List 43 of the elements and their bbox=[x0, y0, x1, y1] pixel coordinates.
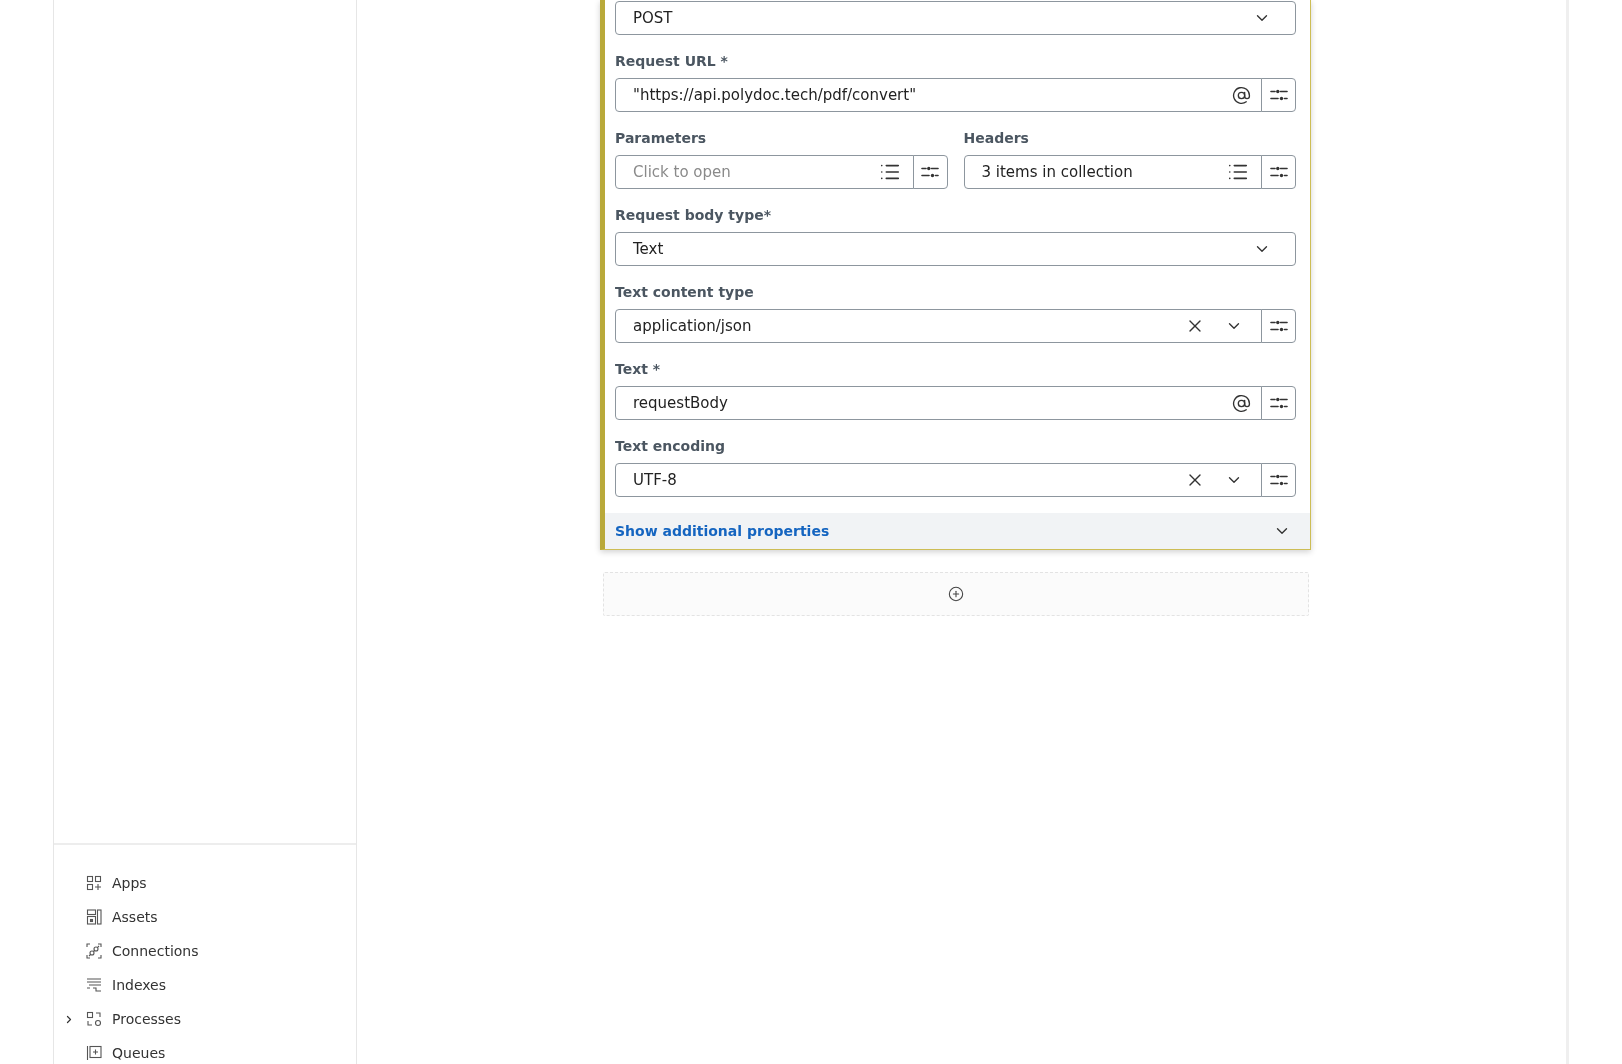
plus-circle-icon bbox=[947, 586, 964, 602]
sliders-icon bbox=[921, 166, 939, 178]
nav-link[interactable]: Processes bbox=[86, 1009, 181, 1029]
field-label: Request URL * bbox=[615, 52, 729, 71]
field-label: Text content type bbox=[615, 283, 755, 302]
blocks-icon bbox=[86, 909, 102, 925]
flow-shapes-icon bbox=[86, 1011, 102, 1027]
sliders-icon bbox=[1269, 397, 1288, 409]
sliders-icon bbox=[1269, 89, 1288, 101]
field-label: Text * bbox=[615, 360, 662, 379]
nav-link[interactable]: Assets bbox=[86, 907, 158, 927]
sliders-icon bbox=[1269, 320, 1288, 332]
squares-plus-icon bbox=[86, 875, 102, 891]
field-settings-button[interactable] bbox=[1261, 386, 1296, 420]
dropdown[interactable]: UTF-8 bbox=[615, 463, 1262, 497]
field-settings-button[interactable] bbox=[912, 155, 948, 189]
text-field[interactable]: requestBody bbox=[615, 386, 1262, 420]
lines-icon bbox=[86, 977, 102, 993]
sliders-icon bbox=[1269, 474, 1288, 486]
dropdown[interactable]: Text bbox=[615, 232, 1296, 266]
at-sign-icon[interactable] bbox=[1232, 393, 1251, 413]
nav-link[interactable]: Apps bbox=[86, 873, 147, 893]
field-label: Request body type* bbox=[615, 206, 772, 225]
at-sign-icon[interactable] bbox=[1232, 85, 1251, 105]
field-label: Headers bbox=[963, 129, 1030, 148]
collection-field[interactable]: Click to open bbox=[615, 155, 914, 189]
field-settings-button[interactable] bbox=[1261, 309, 1296, 343]
dropdown[interactable]: application/json bbox=[615, 309, 1262, 343]
show-more-toggle[interactable]: Show additional properties bbox=[605, 513, 1310, 549]
field-settings-button[interactable] bbox=[1261, 463, 1296, 497]
field-settings-button[interactable] bbox=[1261, 78, 1296, 112]
collection-field[interactable]: 3 items in collection bbox=[963, 155, 1262, 189]
sliders-icon bbox=[1269, 166, 1288, 178]
plug-icon bbox=[86, 943, 102, 959]
text-field[interactable]: "https://api.polydoc.tech/pdf/convert" bbox=[615, 78, 1262, 112]
field-settings-button[interactable] bbox=[1261, 155, 1296, 189]
nav-link[interactable]: Indexes bbox=[86, 975, 167, 995]
nav-link[interactable]: Connections bbox=[86, 941, 199, 961]
field-label: Text encoding bbox=[615, 437, 726, 456]
dropdown[interactable]: POST bbox=[615, 1, 1296, 35]
nav-link[interactable]: Queues bbox=[86, 1043, 166, 1063]
box-plus-icon bbox=[86, 1045, 102, 1061]
field-label: Parameters bbox=[615, 129, 708, 148]
